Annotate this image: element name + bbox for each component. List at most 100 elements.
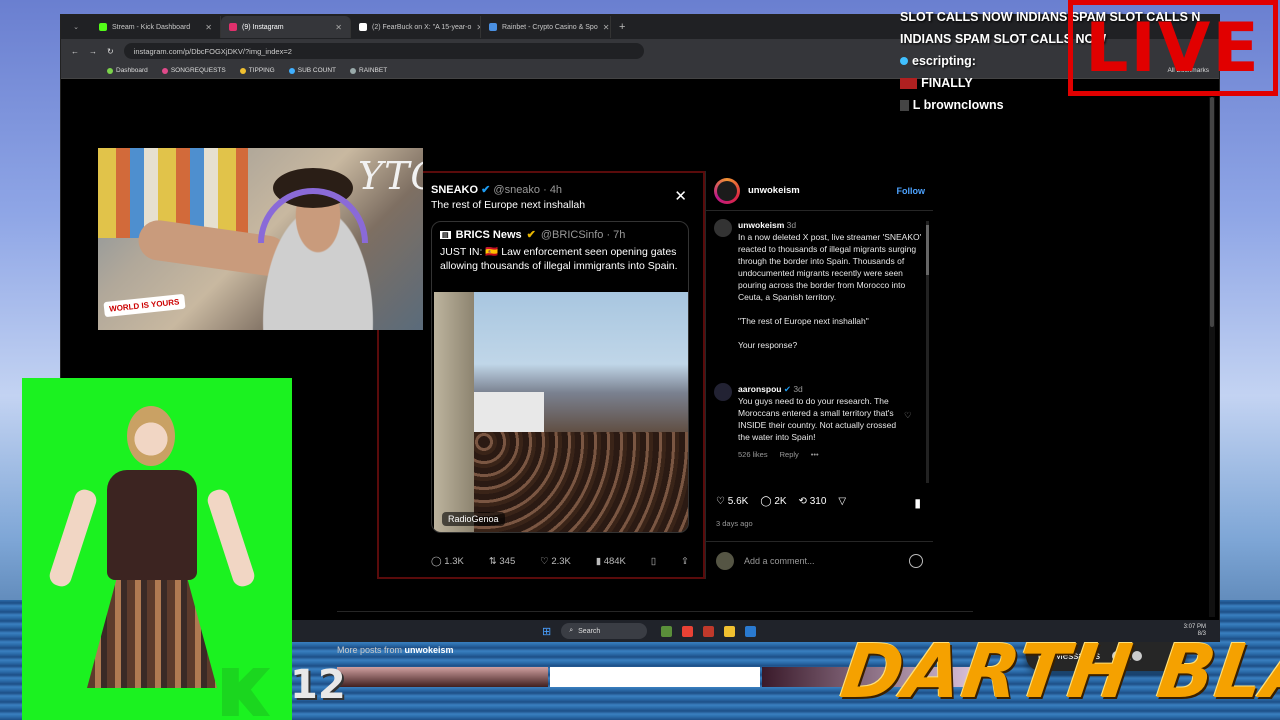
comment-button[interactable]: ◯ 2K [760, 496, 786, 507]
bookmark-dashboard[interactable]: Dashboard [107, 67, 148, 74]
save-icon[interactable]: ▮ [914, 496, 921, 510]
taskbar-search[interactable]: ⌕ Search [561, 623, 648, 639]
greenscreen-overlay [22, 378, 292, 720]
close-tab-icon[interactable]: ✕ [335, 23, 342, 32]
tab-rainbet[interactable]: Rainbet - Crypto Casino & Spo ✕ [481, 16, 611, 38]
new-tab-button[interactable]: + [611, 21, 633, 33]
view-value: 484K [603, 556, 626, 567]
reply-button[interactable]: Reply [780, 449, 799, 461]
view-count: ▮ 484K [595, 556, 626, 567]
bookmark-icon: ▯ [650, 556, 657, 567]
live-text: LIVE [1085, 8, 1261, 88]
app-icon[interactable] [745, 625, 757, 637]
search-label: Search [578, 627, 601, 635]
author-name: SNEAKO [431, 184, 479, 196]
bookmark-tipping[interactable]: TIPPING [239, 67, 275, 74]
caption-question: Your response? [738, 340, 798, 350]
repost-button[interactable]: ⟲ 310 [799, 496, 827, 507]
bookmark-icon [161, 67, 168, 74]
comment-user[interactable]: aaronspou [738, 384, 781, 394]
account-avatar[interactable] [714, 177, 740, 204]
tab-x[interactable]: (2) FearBuck on X: "A 15-year-o✕ [351, 16, 481, 38]
account-name[interactable]: unwokeism [748, 185, 800, 196]
close-tab-icon[interactable]: ✕ [603, 23, 610, 32]
avatar [714, 383, 732, 401]
bookmark-rainbet[interactable]: RAINBET [350, 67, 387, 74]
caption-user[interactable]: unwokeism [738, 220, 784, 230]
retweet-count: ⇅ 345 [488, 556, 516, 567]
share-icon[interactable]: ▽ [838, 496, 846, 507]
likes-count: 5.6K [727, 496, 749, 507]
caption-time: 3d [786, 220, 797, 230]
more-icon[interactable]: ••• [811, 449, 819, 461]
caption-quote: "The rest of Europe next inshallah" [738, 316, 869, 326]
darth-blaze-logo: DARTH BLAZE [835, 629, 1280, 715]
comment-time: 3d [793, 384, 803, 394]
start-icon[interactable]: ⊞ [542, 625, 551, 638]
app-icon[interactable] [703, 625, 715, 637]
tweet-text: The rest of Europe next inshallah [431, 199, 586, 211]
tab-label: Stream - Kick Dashboard [112, 23, 191, 31]
bookmark-sub-count[interactable]: SUB COUNT [288, 67, 337, 74]
follow-button[interactable]: Follow [897, 186, 926, 196]
bookmark-label: TIPPING [248, 67, 275, 74]
forward-icon[interactable]: → [89, 47, 97, 56]
photo-crowd [474, 432, 688, 532]
comment-like-icon[interactable]: ♡ [904, 409, 912, 461]
post-header: unwokeism Follow [706, 171, 933, 211]
page-scrollbar[interactable] [1209, 97, 1215, 617]
comments-count: 2K [774, 496, 787, 507]
chrome-icon[interactable] [682, 625, 694, 637]
bookmark-label: RAINBET [359, 67, 388, 74]
reload-icon[interactable]: ↻ [107, 47, 114, 56]
post-date: 3 days ago [716, 519, 753, 528]
ytg-logo: YTG [358, 154, 423, 198]
url-field[interactable]: instagram.com/p/DbcFOGXjDKV/?img_index=2 [123, 43, 644, 59]
webcam-overlay: YTG WORLD IS YOURS [98, 148, 423, 330]
sticker: WORLD IS YOURS [103, 293, 186, 318]
bookmark-label: SUB COUNT [297, 67, 337, 74]
post-image: SNEAKO ✔ @sneako · 4h The rest of Europe… [377, 171, 705, 579]
tab-instagram[interactable]: (9) Instagram ✕ [221, 16, 351, 38]
comments-scrollbar[interactable] [926, 221, 929, 483]
back-icon[interactable]: ← [71, 47, 79, 56]
live-indicator: LIVE [1068, 0, 1278, 96]
figure-arm-left [47, 487, 99, 589]
like-button[interactable]: ♡ 5.6K [716, 496, 748, 507]
folder-icon[interactable] [724, 625, 736, 637]
more-posts-user[interactable]: unwokeism [405, 645, 454, 655]
close-icon[interactable]: ✕ [674, 187, 687, 205]
app-icon[interactable] [661, 625, 673, 637]
quoted-tweet: ▤ BRICS News ✔ @BRICSinfo · 7h JUST IN: 🇪🇸 … [431, 221, 689, 533]
retweet-value: 345 [499, 556, 516, 567]
figure-head [127, 406, 175, 466]
post-actions: ♡ 5.6K ◯ 2K ⟲ 310 ▽ [716, 496, 846, 507]
quote-handle: @BRICSinfo · 7h [540, 228, 626, 241]
chat-text: FINALLY [921, 76, 973, 90]
search-icon: ⌕ [569, 627, 574, 634]
gold-check-icon: ✔ [526, 229, 536, 241]
close-tab-icon[interactable]: ✕ [205, 23, 212, 32]
photo-wall [434, 292, 474, 532]
post-thumbnail[interactable] [337, 667, 548, 687]
kick-icon [99, 23, 107, 31]
tab-label: (2) FearBuck on X: "A 15-year-o [372, 23, 472, 31]
tab-kick-dashboard[interactable]: Stream - Kick Dashboard ✕ [91, 16, 221, 38]
user-badge [900, 77, 918, 89]
share-icon: ⇪ [680, 556, 689, 567]
post-thumbnail[interactable] [549, 667, 761, 687]
chat-text: escripting: [912, 54, 976, 68]
viewer-count: 12 [290, 662, 346, 708]
bookmark-icon [107, 67, 113, 74]
like-count: ♡ 2.3K [540, 556, 571, 567]
comment-input[interactable]: Add a comment... [744, 556, 815, 566]
quote-text: JUST IN: 🇪🇸 Law enforcement seen opening… [440, 246, 678, 272]
caption-text: In a now deleted X post, live streamer '… [738, 232, 922, 302]
tweet-header: SNEAKO ✔ @sneako · 4h The rest of Europe… [393, 183, 689, 213]
tab-search-icon[interactable]: ⌄ [61, 23, 91, 31]
shares-count: 310 [809, 496, 827, 507]
avatar [714, 219, 732, 237]
comment: aaronspou ✔ 3d You guys need to do your … [714, 383, 924, 461]
emoji-icon[interactable] [909, 553, 923, 568]
bookmark-songrequests[interactable]: SONGREQUESTS [161, 67, 226, 74]
